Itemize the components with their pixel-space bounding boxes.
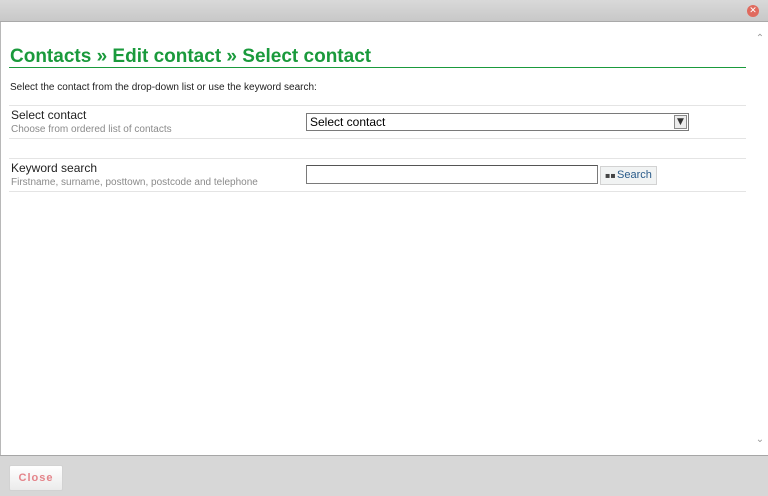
vertical-scrollbar[interactable]: ⌃ ⌄: [753, 22, 768, 455]
dialog-content: ⌃ ⌄ Contacts » Edit contact » Select con…: [0, 22, 768, 455]
select-contact-hint: Choose from ordered list of contacts: [11, 124, 172, 135]
dialog-footer: Close: [0, 455, 768, 496]
select-contact-label: Select contact: [11, 108, 87, 122]
window-titlebar: ✕: [0, 0, 768, 22]
title-divider: [9, 67, 746, 68]
select-contact-row: Select contact Choose from ordered list …: [9, 105, 746, 139]
keyword-search-hint: Firstname, surname, posttown, postcode a…: [11, 177, 258, 188]
intro-text: Select the contact from the drop-down li…: [10, 82, 317, 93]
binoculars-icon: ▪▪: [605, 171, 616, 180]
scroll-up-icon[interactable]: ⌃: [755, 34, 765, 44]
search-button[interactable]: ▪▪Search: [600, 166, 657, 185]
close-button[interactable]: Close: [9, 465, 63, 491]
page-title: Contacts » Edit contact » Select contact: [10, 46, 372, 67]
search-button-label: Search: [617, 169, 652, 181]
keyword-search-row: Keyword search Firstname, surname, postt…: [9, 158, 746, 192]
close-window-icon[interactable]: ✕: [747, 5, 759, 17]
contact-dropdown[interactable]: Select contact ▼: [306, 113, 689, 131]
keyword-search-label: Keyword search: [11, 161, 98, 175]
keyword-search-input[interactable]: [306, 165, 598, 184]
chevron-down-icon[interactable]: ▼: [674, 115, 687, 129]
scroll-down-icon[interactable]: ⌄: [755, 435, 765, 445]
contact-dropdown-value: Select contact: [310, 115, 386, 129]
